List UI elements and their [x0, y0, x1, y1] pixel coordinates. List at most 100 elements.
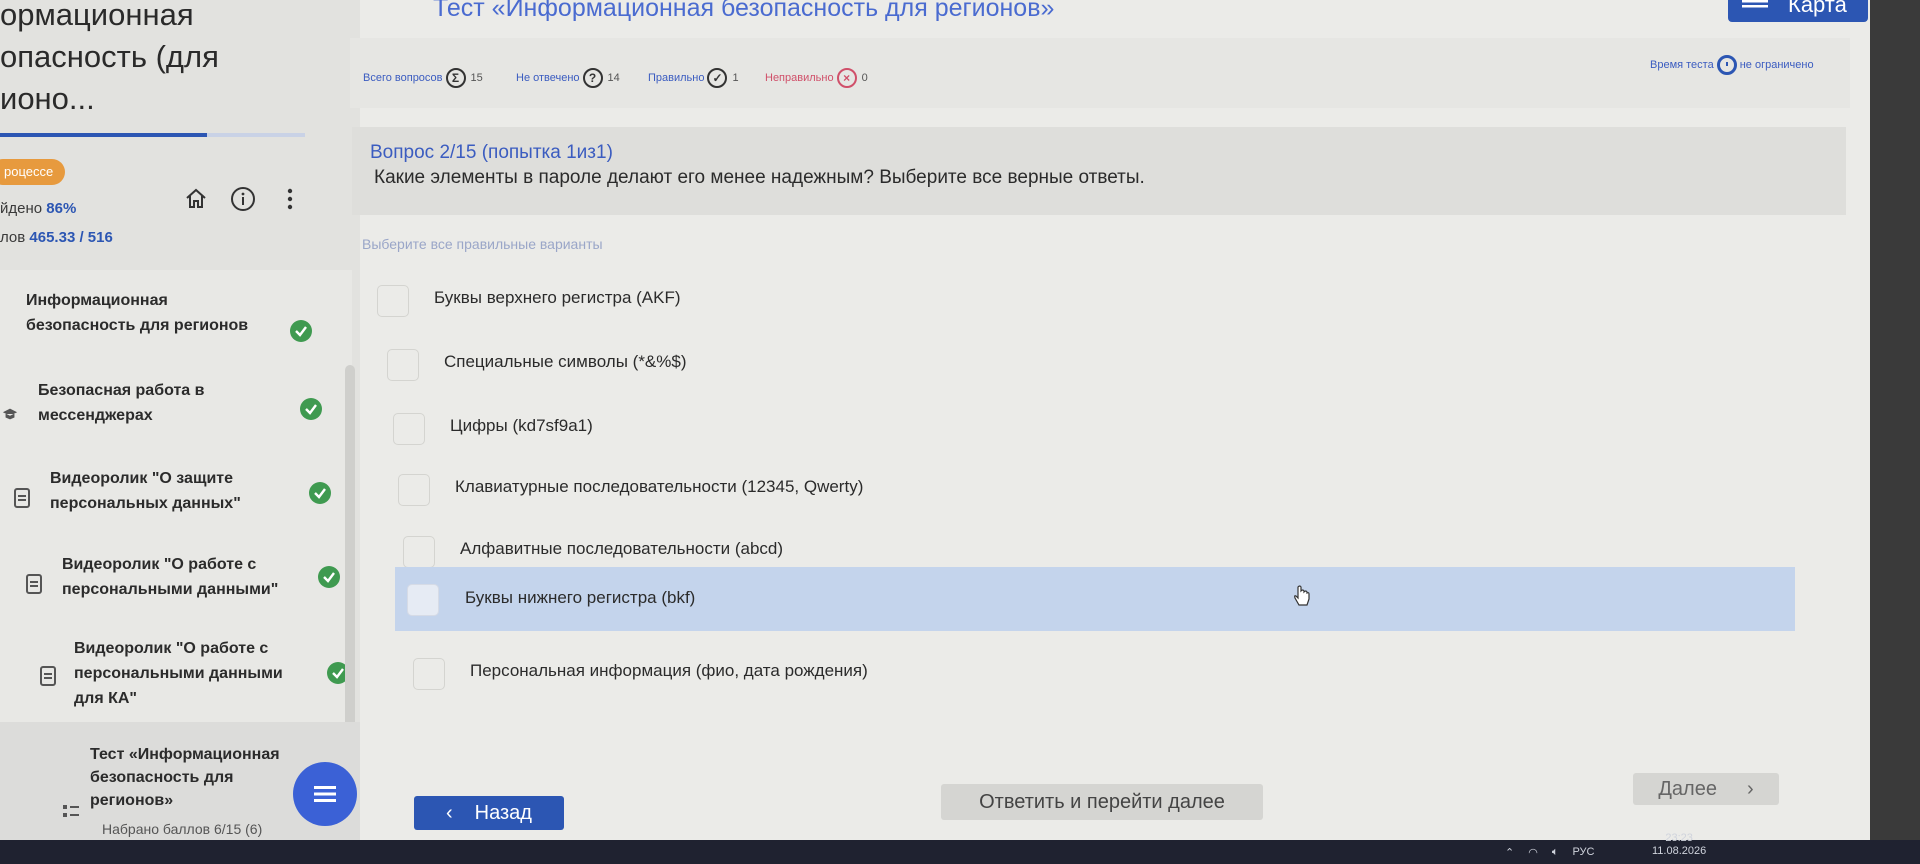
system-tray: ⌃ ◠ 🔈︎ РУС: [1505, 840, 1594, 864]
document-icon: [40, 666, 56, 686]
back-button[interactable]: ‹ Назад: [414, 796, 564, 830]
score-text: Набрано баллов 6/15 (6): [102, 821, 263, 837]
completed-check-icon: [300, 398, 322, 420]
document-icon: [14, 488, 30, 508]
answer-option[interactable]: Буквы верхнего регистра (AKF): [377, 275, 1777, 325]
language-indicator[interactable]: РУС: [1572, 846, 1594, 858]
next-button[interactable]: Далее ›: [1633, 773, 1779, 805]
course-progress-bar: [0, 133, 305, 137]
os-taskbar: [0, 840, 1920, 864]
sigma-icon: Σ: [445, 68, 466, 88]
speaker-icon[interactable]: 🔈︎: [1552, 846, 1559, 859]
option-label: Персональная информация (фио, дата рожде…: [470, 661, 868, 680]
completed-check-icon: [318, 566, 340, 588]
stat-total-label: Всего вопросов: [363, 72, 443, 84]
course-item-label: Видеоролик "О работе с персональными дан…: [74, 640, 283, 707]
option-label: Буквы верхнего регистра (AKF): [434, 288, 681, 307]
completed-check-icon: [290, 320, 312, 342]
question-icon: ?: [582, 68, 603, 88]
stat-wrong-label: Неправильно: [765, 72, 834, 84]
option-checkbox[interactable]: [407, 584, 439, 616]
course-item[interactable]: Информационная безопасность для регионов: [0, 288, 352, 368]
option-checkbox[interactable]: [377, 285, 409, 317]
menu-fab-button[interactable]: [293, 762, 357, 826]
question-text: Какие элементы в пароле делают его менее…: [374, 167, 1145, 188]
answer-option[interactable]: Специальные символы (*&%$): [387, 339, 1787, 389]
completion-value: 86%: [46, 200, 77, 217]
home-icon[interactable]: [181, 184, 211, 214]
completion-text: йдено 86%: [0, 200, 76, 217]
stat-correct: Правильно ✓ 1: [648, 68, 739, 88]
info-icon[interactable]: [228, 184, 258, 214]
points-label: лов: [0, 229, 26, 246]
hand-cursor-icon: [1294, 585, 1310, 606]
menu-icon: [1742, 0, 1768, 8]
chevron-left-icon: ‹: [446, 801, 453, 824]
course-item[interactable]: Видеоролик "О работе с персональными дан…: [0, 636, 352, 726]
option-checkbox[interactable]: [398, 474, 430, 506]
course-item[interactable]: Видеоролик "О защите персональных данных…: [0, 466, 352, 546]
option-label: Клавиатурные последовательности (12345, …: [455, 477, 864, 496]
stopwatch-icon: [1716, 55, 1737, 75]
course-item-label: Видеоролик "О работе с персональными дан…: [62, 556, 279, 598]
clock-date: 11.08.2026: [1652, 845, 1707, 857]
stat-correct-value: 1: [732, 72, 739, 84]
stat-correct-label: Правильно: [648, 72, 705, 84]
answer-option[interactable]: Буквы нижнего регистра (bkf): [395, 567, 1795, 631]
check-icon: ✓: [707, 68, 728, 88]
back-button-label: Назад: [474, 801, 532, 824]
time-limit: Время теста не ограничено: [1650, 55, 1814, 75]
points-value: 465.33 / 516: [29, 229, 113, 246]
answer-next-button[interactable]: Ответить и перейти далее: [941, 784, 1263, 820]
course-progress-fill: [0, 133, 208, 137]
stat-unanswered-label: Не отвечено: [516, 72, 580, 84]
time-value: не ограничено: [1739, 59, 1814, 71]
screen-bezel: [1870, 0, 1920, 840]
question-number: Вопрос 2/15 (попытка 1из1): [370, 142, 613, 163]
option-label: Буквы нижнего регистра (bkf): [465, 588, 696, 607]
current-course-item-label: Тест «Информационная безопасность для ре…: [90, 746, 280, 809]
option-checkbox[interactable]: [393, 413, 425, 445]
page-title: Тест «Информационная безопасность для ре…: [433, 0, 1055, 22]
completed-check-icon: [309, 482, 331, 504]
course-item[interactable]: Видеоролик "О работе с персональными дан…: [0, 552, 352, 632]
cross-icon: ×: [836, 68, 857, 88]
option-label: Специальные символы (*&%$): [444, 352, 687, 371]
graduation-cap-icon: [2, 408, 18, 420]
stat-total-value: 15: [470, 72, 483, 84]
answer-option[interactable]: Клавиатурные последовательности (12345, …: [398, 464, 1798, 514]
menu-icon: [314, 786, 336, 802]
stat-total: Всего вопросов Σ 15: [363, 68, 483, 88]
checklist-icon: [63, 805, 79, 817]
time-label: Время теста: [1650, 59, 1714, 71]
answer-option[interactable]: Цифры (kd7sf9a1): [393, 403, 1793, 453]
document-icon: [26, 574, 42, 594]
question-hint: Выберите все правильные варианты: [362, 236, 603, 252]
stat-wrong: Неправильно × 0: [765, 68, 868, 88]
next-button-label: Далее: [1658, 777, 1717, 800]
map-button[interactable]: Карта: [1728, 0, 1868, 22]
option-checkbox[interactable]: [413, 658, 445, 690]
chevron-up-icon[interactable]: ⌃: [1505, 846, 1514, 859]
map-button-label: Карта: [1788, 0, 1847, 17]
option-label: Алфавитные последовательности (abcd): [460, 539, 784, 558]
taskbar-clock[interactable]: 23:23 11.08.2026: [1652, 832, 1706, 858]
option-checkbox[interactable]: [403, 536, 435, 568]
more-vertical-icon[interactable]: [275, 184, 305, 214]
stat-unanswered: Не отвечено? 14: [516, 68, 620, 88]
status-badge: роцессе: [0, 159, 66, 185]
chevron-right-icon: ›: [1746, 777, 1754, 800]
course-title: ормационная опасность (для ионо...: [0, 0, 219, 116]
course-item-label: Видеоролик "О защите персональных данных…: [50, 470, 241, 512]
course-item-label: Безопасная работа в мессенджерах: [38, 382, 205, 424]
points-text: лов 465.33 / 516: [0, 229, 113, 246]
clock-time: 23:23: [1665, 832, 1693, 844]
completion-label: йдено: [0, 200, 43, 217]
answer-option[interactable]: Персональная информация (фио, дата рожде…: [413, 648, 1813, 698]
option-label: Цифры (kd7sf9a1): [450, 416, 593, 435]
network-icon[interactable]: ◠: [1528, 846, 1538, 859]
stat-wrong-value: 0: [861, 72, 868, 84]
option-checkbox[interactable]: [387, 349, 419, 381]
stat-unanswered-value: 14: [607, 72, 620, 84]
course-item[interactable]: Безопасная работа в мессенджерах: [0, 378, 352, 458]
